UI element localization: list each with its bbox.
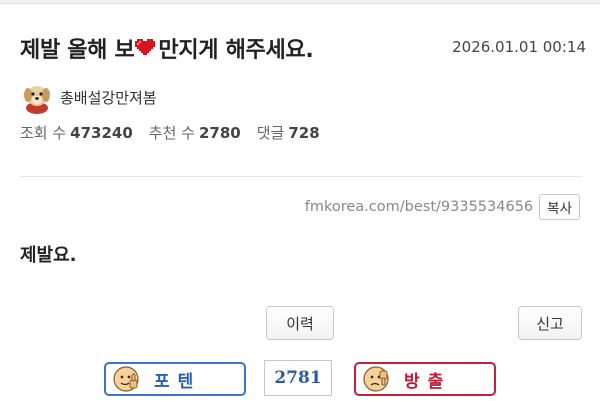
pixel-heart-icon [135, 39, 156, 55]
upvote-button[interactable]: 포텐 [104, 362, 246, 396]
copy-url-button[interactable]: 복사 [539, 194, 580, 220]
post-stats: 조회 수 473240 추천 수 2780 댓글 728 [20, 122, 336, 143]
header-divider [20, 176, 582, 177]
views-count: 473240 [70, 124, 133, 142]
post-url-row: fmkorea.com/best/9335534656 복사 [305, 194, 580, 220]
author-info[interactable]: 총배설강만져봄 [20, 82, 157, 114]
thumbs-down-face-icon [363, 366, 389, 392]
report-button[interactable]: 신고 [518, 306, 582, 340]
history-button[interactable]: 이력 [266, 306, 334, 340]
post-title-end: 만지게 해주세요. [158, 38, 314, 63]
post-title-start: 제발 올해 보 [20, 38, 135, 63]
upvote-label: 포텐 [154, 371, 202, 392]
post-datetime: 2026.01.01 00:14 [452, 38, 586, 56]
top-rule [0, 0, 600, 4]
recommend-label: 추천 수 [148, 124, 195, 142]
author-name[interactable]: 총배설강만져봄 [60, 87, 157, 108]
post-body: 제발요. [20, 245, 77, 266]
views-label: 조회 수 [20, 124, 67, 142]
post-url[interactable]: fmkorea.com/best/9335534656 [305, 199, 533, 215]
vote-count: 2781 [264, 360, 332, 396]
comments-count[interactable]: 728 [288, 124, 319, 142]
downvote-label: 방출 [404, 371, 452, 392]
post-title: 제발 올해 보 만지게 해주세요. [20, 32, 314, 64]
recommend-count: 2780 [198, 124, 241, 142]
puppy-avatar-icon [24, 86, 50, 114]
post-header: 제발 올해 보 만지게 해주세요. 2026.01.01 00:14 [20, 30, 586, 64]
downvote-button[interactable]: 방출 [354, 362, 496, 396]
comments-label: 댓글 [256, 124, 285, 142]
thumbs-up-face-icon [113, 366, 139, 392]
